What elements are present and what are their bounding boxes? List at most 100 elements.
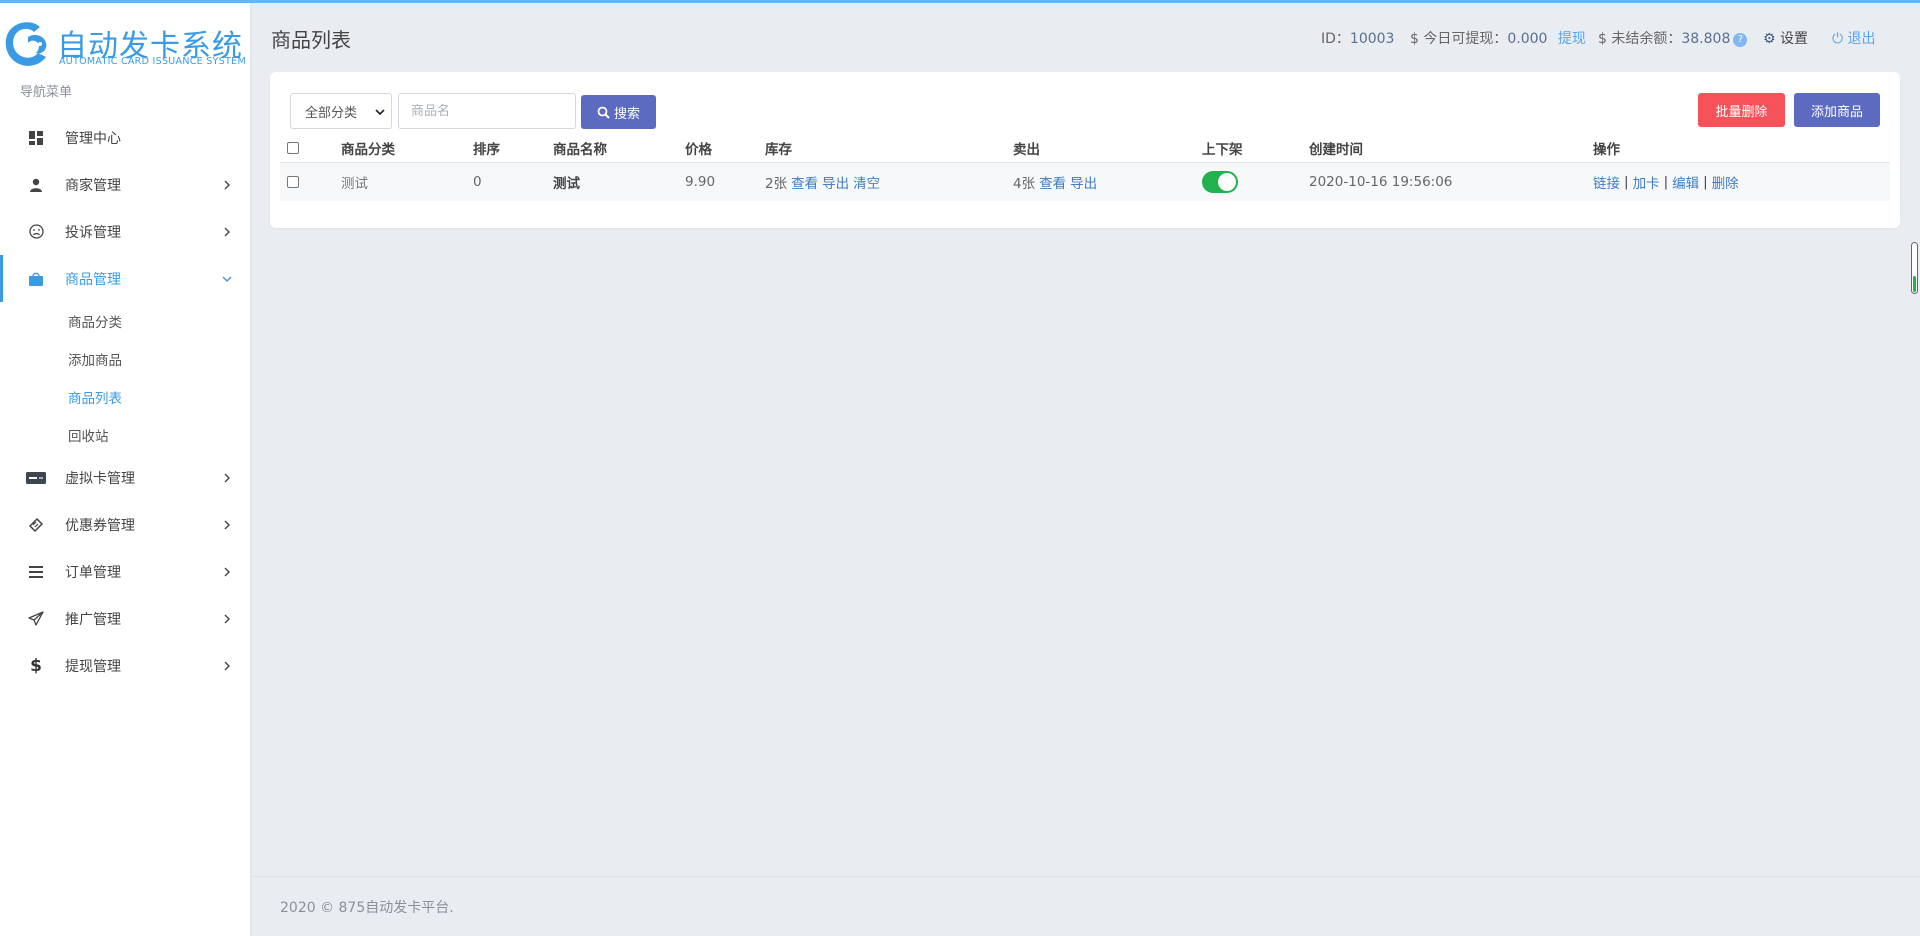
category-select-value: 全部分类 xyxy=(305,105,358,121)
product-table: 商品分类 排序 商品名称 价格 库存 卖出 上下架 创建时间 操作 测试 0 测… xyxy=(280,134,1890,201)
subnav-item-categories[interactable]: 商品分类 xyxy=(0,302,250,340)
gear-icon: ⚙ xyxy=(1763,31,1776,47)
select-all-checkbox[interactable] xyxy=(287,142,299,154)
paper-plane-icon xyxy=(26,609,46,629)
chevron-right-icon xyxy=(222,180,232,190)
sidebar-item-promotion[interactable]: 推广管理 xyxy=(0,595,250,642)
sidebar-item-label: 商品管理 xyxy=(65,271,121,288)
batch-delete-button[interactable]: 批量删除 xyxy=(1698,93,1785,127)
sidebar-nav: 管理中心 商家管理 投诉管理 商品管理 商品分类 添加商品 商品列表 回收站 虚… xyxy=(0,114,250,689)
action-link-button[interactable]: 链接 xyxy=(1593,172,1620,192)
add-product-button[interactable]: 添加商品 xyxy=(1794,93,1880,127)
footer-copyright: 2020 © 875自动发卡平台. xyxy=(280,900,454,916)
products-subnav: 商品分类 添加商品 商品列表 回收站 xyxy=(0,302,250,454)
stock-export-link[interactable]: 导出 xyxy=(822,172,849,192)
balance-label: $ 未结余额： xyxy=(1598,31,1682,47)
sidebar-item-complaints[interactable]: 投诉管理 xyxy=(0,208,250,255)
chevron-right-icon xyxy=(222,661,232,671)
product-name-input[interactable] xyxy=(398,93,576,129)
column-header-stock: 库存 xyxy=(765,142,792,158)
subnav-item-add-product[interactable]: 添加商品 xyxy=(0,340,250,378)
action-delete-button[interactable]: 删除 xyxy=(1712,172,1739,192)
sold-view-link[interactable]: 查看 xyxy=(1039,172,1066,192)
sidebar-item-label: 订单管理 xyxy=(65,564,121,581)
dollar-icon: $ xyxy=(30,655,42,676)
sidebar-item-label: 管理中心 xyxy=(65,130,121,147)
chevron-right-icon xyxy=(222,567,232,577)
withdrawable-label: $ 今日可提现： xyxy=(1410,31,1508,47)
search-button[interactable]: 搜索 xyxy=(581,95,656,129)
sidebar: 自动发卡系统 AUTOMATIC CARD ISSUANCE SYSTEM 导航… xyxy=(0,3,250,936)
id-label: ID： xyxy=(1321,31,1350,47)
sidebar-item-withdrawals[interactable]: $ 提现管理 xyxy=(0,642,250,689)
sidebar-item-orders[interactable]: 订单管理 xyxy=(0,548,250,595)
sidebar-item-dashboard[interactable]: 管理中心 xyxy=(0,114,250,161)
column-header-created: 创建时间 xyxy=(1309,142,1363,158)
subnav-item-product-list[interactable]: 商品列表 xyxy=(0,378,250,416)
sidebar-item-virtual-cards[interactable]: 虚拟卡管理 xyxy=(0,454,250,501)
search-button-label: 搜索 xyxy=(613,106,640,122)
column-header-name: 商品名称 xyxy=(553,142,607,158)
footer-divider xyxy=(250,876,1920,877)
column-header-sold: 卖出 xyxy=(1013,142,1040,158)
ticket-icon xyxy=(26,515,46,535)
logo-mark-icon xyxy=(5,22,47,66)
sidebar-item-label: 虚拟卡管理 xyxy=(65,470,135,487)
stock-view-link[interactable]: 查看 xyxy=(791,172,818,192)
sidebar-item-label: 推广管理 xyxy=(65,611,121,628)
sidebar-item-products[interactable]: 商品管理 xyxy=(0,255,250,302)
chevron-right-icon xyxy=(222,473,232,483)
subnav-item-recycle-bin[interactable]: 回收站 xyxy=(0,416,250,454)
chevron-down-icon xyxy=(375,106,385,121)
settings-label: 设置 xyxy=(1780,31,1809,47)
sidebar-item-coupons[interactable]: 优惠券管理 xyxy=(0,501,250,548)
logout-link[interactable]: ⏻ 退出 xyxy=(1832,28,1876,48)
logout-label: 退出 xyxy=(1847,31,1876,47)
cell-sold: 4张 查看 导出 xyxy=(1013,163,1097,201)
separator: | xyxy=(1624,174,1629,190)
column-header-shelf: 上下架 xyxy=(1202,142,1243,158)
sidebar-item-label: 投诉管理 xyxy=(65,224,121,241)
scroll-indicator[interactable] xyxy=(1911,242,1918,294)
sold-count: 4张 xyxy=(1013,176,1036,192)
stock-count: 2张 xyxy=(765,176,788,192)
product-list-card: 全部分类 搜索 批量删除 添加商品 商品分类 排序 商品名称 价格 库存 卖出 … xyxy=(270,72,1900,228)
dashboard-icon xyxy=(26,128,46,148)
chevron-right-icon xyxy=(222,520,232,530)
withdrawable-value: 0.000 xyxy=(1507,31,1548,47)
cell-stock: 2张 查看 导出 清空 xyxy=(765,163,880,201)
toggle-knob xyxy=(1218,173,1236,191)
list-icon xyxy=(26,562,46,582)
id-value: 10003 xyxy=(1349,31,1395,47)
unsettled-balance: $ 未结余额：38.808? xyxy=(1598,28,1748,48)
brand-subtitle: AUTOMATIC CARD ISSUANCE SYSTEM xyxy=(59,56,246,67)
brand-logo[interactable]: 自动发卡系统 AUTOMATIC CARD ISSUANCE SYSTEM xyxy=(0,13,250,73)
cell-sort: 0 xyxy=(473,174,482,190)
separator: | xyxy=(1703,174,1708,190)
withdrawable-today: $ 今日可提现：0.000 提现 xyxy=(1410,28,1586,48)
cell-category: 测试 xyxy=(341,176,368,192)
category-select[interactable]: 全部分类 xyxy=(290,93,392,129)
nav-caption: 导航菜单 xyxy=(20,85,73,100)
table-header-row: 商品分类 排序 商品名称 价格 库存 卖出 上下架 创建时间 操作 xyxy=(280,134,1890,163)
action-edit-button[interactable]: 编辑 xyxy=(1672,172,1699,192)
help-icon[interactable]: ? xyxy=(1733,33,1748,47)
sidebar-item-label: 提现管理 xyxy=(65,658,121,675)
user-icon xyxy=(26,175,46,195)
cell-created: 2020-10-16 19:56:06 xyxy=(1309,174,1453,190)
column-header-sort: 排序 xyxy=(473,142,500,158)
column-header-category: 商品分类 xyxy=(341,142,395,158)
sidebar-item-label: 商家管理 xyxy=(65,177,121,194)
on-shelf-toggle[interactable] xyxy=(1202,171,1238,193)
merchant-id: ID：10003 xyxy=(1321,28,1394,48)
row-checkbox[interactable] xyxy=(287,176,299,188)
power-icon: ⏻ xyxy=(1832,31,1844,47)
shopping-bag-icon xyxy=(26,269,46,289)
sold-export-link[interactable]: 导出 xyxy=(1070,172,1097,192)
column-header-price: 价格 xyxy=(685,142,712,158)
withdraw-link[interactable]: 提现 xyxy=(1558,31,1586,47)
action-add-card-button[interactable]: 加卡 xyxy=(1633,172,1660,192)
settings-link[interactable]: ⚙ 设置 xyxy=(1763,28,1808,48)
sidebar-item-merchants[interactable]: 商家管理 xyxy=(0,161,250,208)
stock-clear-link[interactable]: 清空 xyxy=(853,172,880,192)
